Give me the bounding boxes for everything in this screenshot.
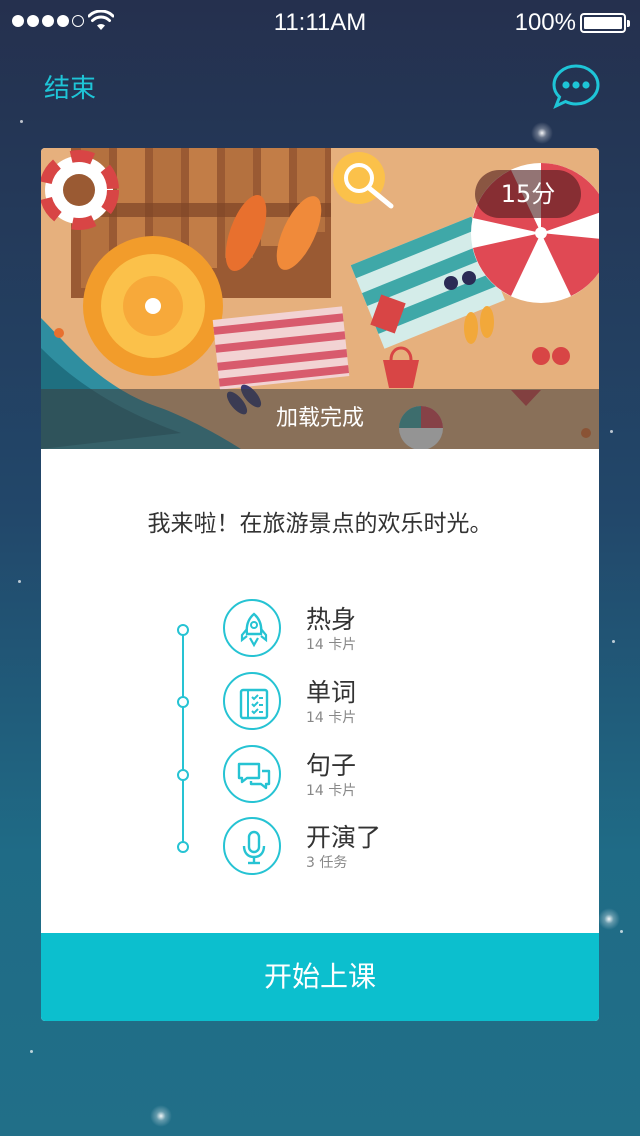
- lesson-title: 我来啦！在旅游景点的欢乐时光。: [147, 511, 493, 537]
- lesson-cover[interactable]: 15分 加载完成: [41, 148, 599, 449]
- loading-status: 加载完成: [41, 389, 599, 449]
- lesson-card: 15分 加载完成 我来啦！在旅游景点的欢乐时光。 热身 14 卡片 单词 14 …: [41, 148, 599, 1021]
- step-count: 14 卡片: [306, 783, 357, 799]
- step-title: 句子: [306, 751, 357, 780]
- duration-badge: 15分: [475, 170, 581, 218]
- sparkle: [620, 930, 623, 933]
- sparkle: [598, 908, 620, 930]
- battery-icon: [580, 13, 630, 33]
- sparkle: [150, 1105, 172, 1127]
- sparkle: [612, 640, 615, 643]
- step-count: 3 任务: [306, 855, 348, 871]
- step-title: 开演了: [306, 823, 382, 852]
- notebook-checklist-icon: [223, 672, 281, 730]
- microphone-icon: [223, 817, 281, 875]
- sparkle: [531, 122, 553, 144]
- end-button[interactable]: 结束: [44, 68, 96, 105]
- status-bar: 11:11AM 100%: [0, 0, 640, 44]
- battery-percentage: 100%: [514, 9, 576, 36]
- step-count: 14 卡片: [306, 710, 357, 726]
- step-title: 单词: [306, 678, 357, 707]
- step-title: 热身: [306, 605, 357, 634]
- timeline-dot: [177, 841, 189, 853]
- timeline-line: [182, 630, 184, 848]
- timeline-dot: [177, 769, 189, 781]
- chat-bubbles-icon: [223, 745, 281, 803]
- timeline-dot: [177, 624, 189, 636]
- chat-more-icon[interactable]: [550, 62, 602, 110]
- sparkle: [20, 120, 23, 123]
- timeline-dot: [177, 696, 189, 708]
- step-count: 14 卡片: [306, 637, 357, 653]
- rocket-icon: [223, 599, 281, 657]
- sparkle: [610, 430, 613, 433]
- sparkle: [30, 1050, 33, 1053]
- sparkle: [18, 580, 21, 583]
- start-lesson-button[interactable]: 开始上课: [41, 933, 599, 1021]
